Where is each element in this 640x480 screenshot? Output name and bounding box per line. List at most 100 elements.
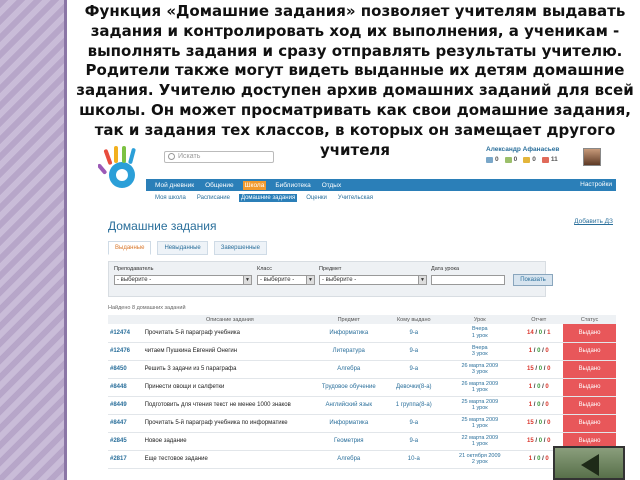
subnav-item-schedule[interactable]: Расписание [195,194,232,202]
report-count-overdue: 0 [545,456,549,462]
invites-counter[interactable]: 0 [504,156,517,163]
homework-assigned-to[interactable]: 9-а [382,432,446,451]
homework-description[interactable]: Еще тестовое задание [144,450,316,469]
col-header-report: Отчет [514,315,564,324]
news-counter[interactable]: 11 [541,156,558,163]
search-placeholder: Искать [178,153,201,160]
homework-subject[interactable]: Алгебра [315,360,383,379]
user-name-link[interactable]: Александр Афанасьев [486,146,559,153]
notification-counters: 0 0 0 11 [486,156,558,163]
homework-assigned-to[interactable]: 1 группа(8-а) [382,396,446,415]
col-header-status: Статус [563,315,616,324]
nav-item-leisure[interactable]: Отдых [320,181,344,190]
tab-completed[interactable]: Завершенные [213,241,267,255]
report-count-done: 0 [537,456,541,462]
homework-description[interactable]: Прочитать 5-й параграф учебника по инфор… [144,414,316,433]
nav-item-diary[interactable]: Мой дневник [153,181,196,190]
homework-id-link[interactable]: #8449 [108,396,145,415]
table-header-row: Описание задания Предмет Кому выдано Уро… [108,315,616,324]
status-badge: Выдано [563,378,616,397]
date-input[interactable] [431,275,505,285]
homework-id-link[interactable]: #12474 [108,324,145,343]
report-count-total: 1 [528,384,533,390]
messages-counter[interactable]: 0 [486,156,499,163]
homework-description[interactable]: Прочитать 5-й параграф учебника [144,324,316,343]
tab-issued[interactable]: Выданные [108,241,152,255]
homework-subject[interactable]: Литература [315,342,383,361]
homework-assigned-to[interactable]: 9-а [382,342,446,361]
subnav-item-teachers-room[interactable]: Учительская [336,194,375,202]
homework-subject[interactable]: Геометрия [315,432,383,451]
subject-select[interactable]: - выберите - ▼ [319,275,427,285]
report-count-total: 1 [528,456,533,462]
homework-description[interactable]: Новое задание [144,432,316,451]
homework-report[interactable]: 1 / 0 / 0 [514,342,564,361]
homework-id-link[interactable]: #12476 [108,342,145,361]
table-row[interactable]: #8447 Прочитать 5-й параграф учебника по … [108,414,616,433]
table-row[interactable]: #2817 Еще тестовое задание Алгебра 10-а 21 о… [108,450,616,469]
slide-heading: Функция «Домашние задания» позволяет учи… [76,2,634,159]
slide-divider [64,0,67,480]
homework-assigned-to[interactable]: 10-а [382,450,446,469]
class-select[interactable]: - выберите - ▼ [257,275,315,285]
homework-subject[interactable]: Информатика [315,324,383,343]
subnav-item-grades[interactable]: Оценки [304,194,329,202]
homework-assigned-to[interactable]: Девочки(8-а) [382,378,446,397]
users-icon [504,156,512,163]
homework-description[interactable]: Решить 3 задачи из 5 параграфа [144,360,316,379]
homework-assigned-to[interactable]: 9-а [382,360,446,379]
homework-subject[interactable]: Информатика [315,414,383,433]
tab-not-issued[interactable]: Невыданные [157,241,208,255]
nav-settings-link[interactable]: Настройки [580,181,612,188]
nav-item-school[interactable]: Школа [242,180,267,190]
teacher-filter-label: Преподаватель [114,266,154,272]
homework-subject[interactable]: Английский язык [315,396,383,415]
homework-id-link[interactable]: #8450 [108,360,145,379]
subnav-item-my-school[interactable]: Моя школа [153,194,188,202]
teacher-select[interactable]: - выберите - ▼ [114,275,252,285]
homework-report[interactable]: 14 / 0 / 1 [514,324,564,343]
homework-description[interactable]: Подготовить для чтения текст не менее 10… [144,396,316,415]
homework-description[interactable]: Принести овощи и салфетки [144,378,316,397]
lesson-number: 3 урок [471,351,488,357]
lesson-date: 25 марта 2009 [461,398,499,405]
results-count: Найдено 8 домашних заданий [108,305,186,311]
homework-subject[interactable]: Алгебра [315,450,383,469]
homework-report[interactable]: 1 / 0 / 0 [514,378,564,397]
chevron-down-icon: ▼ [306,276,314,284]
nav-item-communication[interactable]: Общение [203,181,236,190]
lesson-date: 22 марта 2009 [461,434,499,441]
subnav-item-homework[interactable]: Домашние задания [238,194,298,202]
events-counter[interactable]: 0 [523,156,536,163]
show-button[interactable]: Показать [513,274,553,286]
homework-report[interactable]: 1 / 0 / 0 [514,396,564,415]
table-row[interactable]: #8448 Принести овощи и салфетки Трудовое о… [108,378,616,397]
homework-description[interactable]: читаем Пушкина Евгений Онегин [144,342,316,361]
nav-item-library[interactable]: Библиотека [273,181,312,190]
search-input[interactable]: Искать [164,151,274,163]
table-row[interactable]: #8449 Подготовить для чтения текст не мен… [108,396,616,415]
table-row[interactable]: #12474 Прочитать 5-й параграф учебника Инф… [108,324,616,343]
homework-report[interactable]: 15 / 0 / 0 [514,360,564,379]
homework-assigned-to[interactable]: 9-а [382,414,446,433]
lesson-number: 1 урок [471,423,488,429]
table-row[interactable]: #8450 Решить 3 задачи из 5 параграфа Алгеб… [108,360,616,379]
table-row[interactable]: #2845 Новое задание Геометрия 9-а 22 марта 2… [108,432,616,451]
homework-id-link[interactable]: #2845 [108,432,145,451]
avatar[interactable] [583,148,601,166]
back-button[interactable] [553,446,625,480]
col-header-description: Описание задания [144,315,316,324]
homework-id-link[interactable]: #2817 [108,450,145,469]
homework-tabs: Выданные Невыданные Завершенные [108,241,267,255]
report-count-overdue: 0 [545,348,549,354]
table-row[interactable]: #12476 читаем Пушкина Евгений Онегин Литер… [108,342,616,361]
lesson-date: Вчера [472,344,488,351]
homework-id-link[interactable]: #8447 [108,414,145,433]
add-homework-link[interactable]: Добавить ДЗ [574,218,613,225]
envelope-icon [486,156,493,163]
homework-report[interactable]: 15 / 0 / 0 [514,414,564,433]
homework-assigned-to[interactable]: 9-а [382,324,446,343]
homework-id-link[interactable]: #8448 [108,378,145,397]
chevron-down-icon: ▼ [243,276,251,284]
homework-subject[interactable]: Трудовое обучение [315,378,383,397]
